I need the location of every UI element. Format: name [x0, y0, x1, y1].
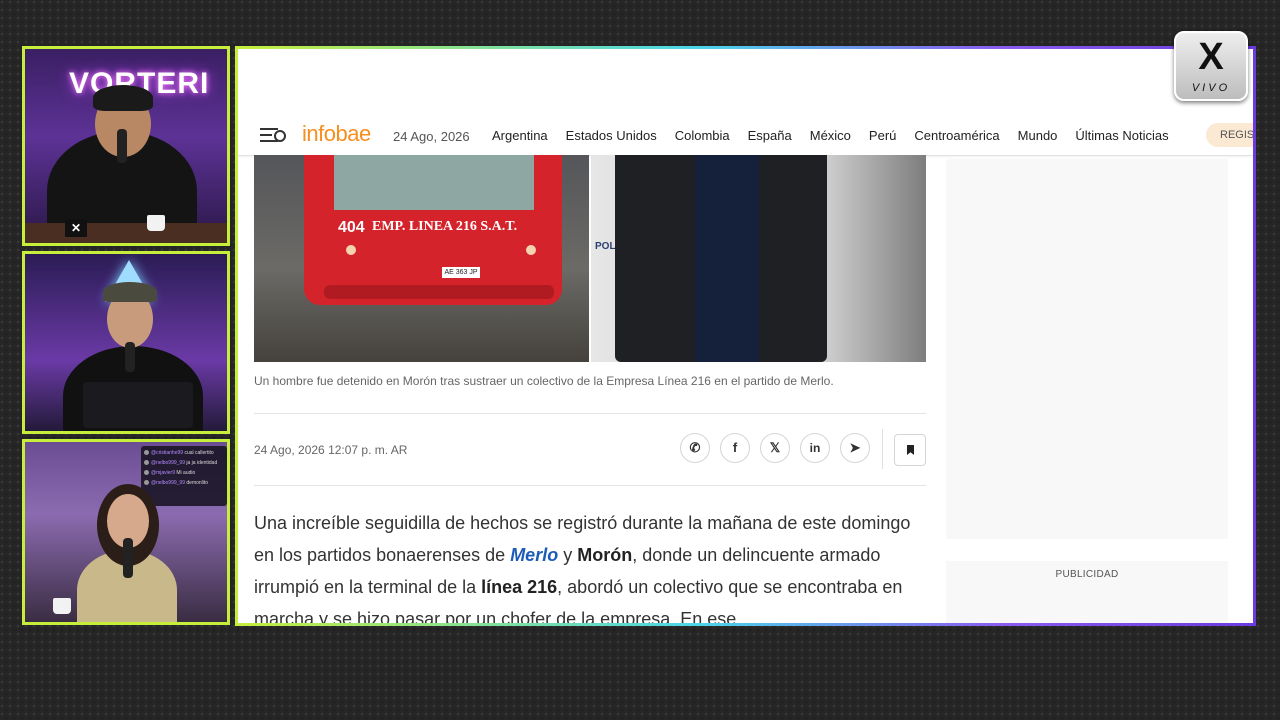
desk [25, 223, 227, 243]
webcam-host-2 [22, 251, 230, 434]
link-merlo[interactable]: Merlo [510, 545, 558, 565]
x-logo-block: ✕ [65, 219, 87, 237]
webcam-host-1: VORTERI ✕ [22, 46, 230, 246]
nav-link-mundo[interactable]: Mundo [1018, 128, 1058, 143]
webcam-host-3: @cristianhe99 cual callertito @nelbo999_… [22, 439, 230, 625]
divider [254, 413, 926, 414]
nav-link-estados-unidos[interactable]: Estados Unidos [566, 128, 657, 143]
live-badge: X VIVO [1174, 31, 1248, 101]
microphone [123, 538, 133, 578]
host-1-hair [93, 85, 153, 111]
microphone [117, 129, 127, 163]
sidebar-placeholder [946, 159, 1228, 539]
article-photo-suspect: POLI [591, 155, 926, 362]
bus-sign: EMP. LINEA 216 S.A.T. [372, 219, 518, 234]
suspect-shirt [695, 155, 759, 362]
article-body: Una increíble seguidilla de hechos se re… [254, 513, 911, 626]
mug [53, 598, 71, 614]
nav-link-peru[interactable]: Perú [869, 128, 896, 143]
mug [147, 215, 165, 231]
bus-headlight [526, 245, 536, 255]
nav-link-centroamerica[interactable]: Centroamérica [914, 128, 999, 143]
infobae-logo[interactable]: infobae [302, 121, 371, 147]
laptop [83, 382, 193, 428]
license-plate: AE 363 JP [442, 267, 480, 278]
bold-moron: Morón [577, 545, 633, 565]
photo-caption: Un hombre fue detenido en Morón tras sus… [254, 374, 834, 388]
chat-line: @nelbo999_99 demonlito [144, 478, 224, 488]
nav-links: Argentina Estados Unidos Colombia España… [492, 128, 1187, 143]
nav-date: 24 Ago, 2026 [393, 129, 470, 144]
nav-link-ultimas-noticias[interactable]: Últimas Noticias [1075, 128, 1168, 143]
bus-windshield [334, 155, 534, 210]
host-2-cap [103, 282, 157, 302]
bus-bumper [324, 285, 554, 299]
nav-link-mexico[interactable]: México [810, 128, 851, 143]
chat-line: @nelbo999_99 ja ja identidad [144, 458, 224, 468]
divider [254, 485, 926, 486]
chat-line: @mjavier9 Mi audio [144, 468, 224, 478]
share-separator [882, 429, 883, 469]
linkedin-icon[interactable]: in [800, 433, 830, 463]
bookmark-icon[interactable] [894, 434, 926, 466]
nav-link-argentina[interactable]: Argentina [492, 128, 548, 143]
ad-slot: PUBLICIDAD [946, 561, 1228, 623]
live-label: VIVO [1191, 82, 1231, 94]
bus-number: 404 [338, 219, 365, 236]
site-navbar: infobae 24 Ago, 2026 Argentina Estados U… [238, 115, 1253, 156]
telegram-icon[interactable]: ➤ [840, 433, 870, 463]
bus-headlight [346, 245, 356, 255]
microphone [125, 342, 135, 372]
facebook-icon[interactable]: f [720, 433, 750, 463]
register-button[interactable]: REGIS [1206, 123, 1253, 147]
x-logo-icon: X [1198, 36, 1224, 78]
nav-link-espana[interactable]: España [748, 128, 792, 143]
chat-overlay: @cristianhe99 cual callertito @nelbo999_… [141, 446, 227, 506]
publish-date: 24 Ago, 2026 12:07 p. m. AR [254, 443, 408, 457]
x-icon[interactable]: 𝕏 [760, 433, 790, 463]
ad-label: PUBLICIDAD [1055, 569, 1119, 580]
bold-linea: línea 216 [481, 577, 558, 597]
whatsapp-icon[interactable]: ✆ [680, 433, 710, 463]
browser-viewport: infobae 24 Ago, 2026 Argentina Estados U… [235, 46, 1256, 626]
chat-line: @cristianhe99 cual callertito [144, 448, 224, 458]
nav-link-colombia[interactable]: Colombia [675, 128, 730, 143]
article-photo-bus: 404 EMP. LINEA 216 S.A.T. AE 363 JP [254, 155, 589, 362]
menu-search-icon[interactable] [260, 126, 286, 144]
